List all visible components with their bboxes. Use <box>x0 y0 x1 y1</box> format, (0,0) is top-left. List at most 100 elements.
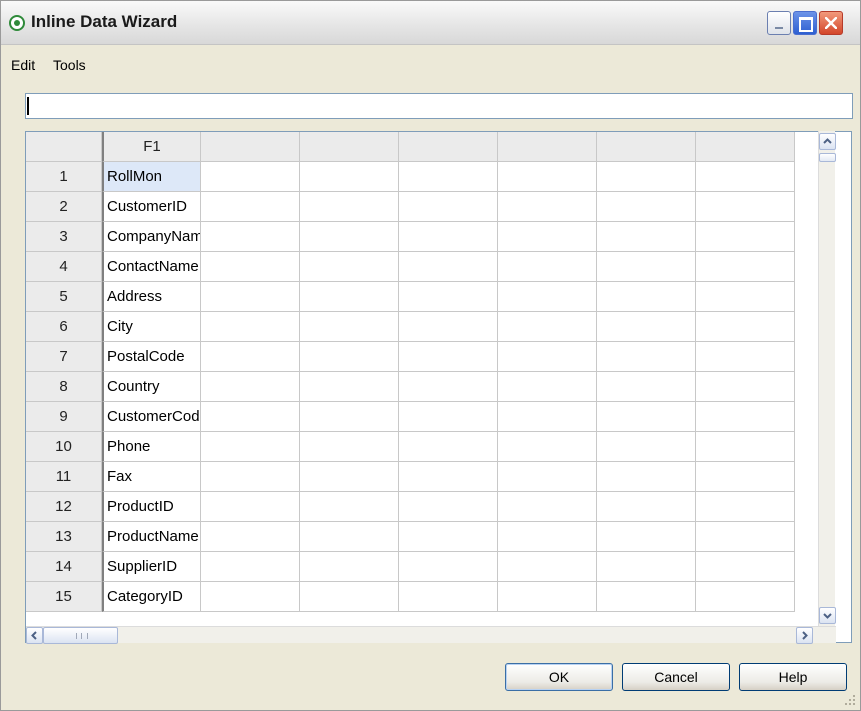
grid-cell[interactable] <box>399 192 498 222</box>
grid-cell[interactable] <box>696 492 795 522</box>
grid-cell[interactable] <box>201 282 300 312</box>
grid-cell[interactable] <box>597 492 696 522</box>
grid-cell[interactable] <box>300 162 399 192</box>
grid-cell[interactable] <box>498 282 597 312</box>
grid-cell[interactable]: ProductID <box>102 492 201 522</box>
grid-cell[interactable] <box>597 552 696 582</box>
grid-cell[interactable] <box>597 582 696 612</box>
scroll-up-button[interactable] <box>819 133 836 150</box>
close-button[interactable] <box>819 11 843 35</box>
row-header[interactable]: 9 <box>26 402 102 432</box>
grid-cell[interactable] <box>498 522 597 552</box>
grid-cell[interactable]: CustomerCode <box>102 402 201 432</box>
grid-cell[interactable] <box>399 492 498 522</box>
grid-cell[interactable] <box>696 222 795 252</box>
grid-cell[interactable] <box>201 402 300 432</box>
grid-cell[interactable] <box>696 282 795 312</box>
grid-cell[interactable] <box>201 162 300 192</box>
row-header[interactable]: 6 <box>26 312 102 342</box>
grid-cell[interactable]: RollMon <box>102 162 201 192</box>
grid-cell[interactable] <box>597 282 696 312</box>
row-header[interactable]: 14 <box>26 552 102 582</box>
grid-cell[interactable]: CustomerID <box>102 192 201 222</box>
grid-cell[interactable] <box>498 402 597 432</box>
grid-cell[interactable] <box>300 402 399 432</box>
grid-cell[interactable] <box>597 372 696 402</box>
grid-cell[interactable] <box>696 252 795 282</box>
column-header[interactable] <box>498 132 597 162</box>
column-header[interactable] <box>399 132 498 162</box>
grid-cell[interactable] <box>399 162 498 192</box>
row-header[interactable]: 3 <box>26 222 102 252</box>
grid-cell[interactable] <box>597 522 696 552</box>
grid-cell[interactable]: SupplierID <box>102 552 201 582</box>
grid-cell[interactable] <box>597 432 696 462</box>
grid-cell[interactable] <box>300 372 399 402</box>
grid-cell[interactable] <box>498 462 597 492</box>
minimize-button[interactable] <box>767 11 791 35</box>
grid-cell[interactable] <box>498 342 597 372</box>
row-header[interactable]: 11 <box>26 462 102 492</box>
cancel-button[interactable]: Cancel <box>622 663 730 691</box>
grid-cell[interactable] <box>201 342 300 372</box>
row-header[interactable]: 2 <box>26 192 102 222</box>
vertical-scroll-thumb[interactable] <box>819 153 836 162</box>
grid-cell[interactable]: ContactName <box>102 252 201 282</box>
scroll-down-button[interactable] <box>819 607 836 624</box>
grid-cell[interactable] <box>597 402 696 432</box>
grid-cell[interactable] <box>201 312 300 342</box>
grid-cell[interactable] <box>399 402 498 432</box>
grid-cell[interactable] <box>498 372 597 402</box>
grid-cell[interactable]: City <box>102 312 201 342</box>
horizontal-scroll-thumb[interactable] <box>43 627 118 644</box>
grid-cell[interactable] <box>696 402 795 432</box>
grid-cell[interactable] <box>300 282 399 312</box>
grid-cell[interactable]: ProductName <box>102 522 201 552</box>
grid-cell[interactable]: Country <box>102 372 201 402</box>
grid-cell[interactable] <box>399 582 498 612</box>
row-header[interactable]: 15 <box>26 582 102 612</box>
grid-cell[interactable] <box>597 342 696 372</box>
grid-cell[interactable] <box>300 342 399 372</box>
column-header[interactable] <box>597 132 696 162</box>
menu-tools[interactable]: Tools <box>53 57 86 73</box>
grid-cell[interactable] <box>300 192 399 222</box>
row-header[interactable]: 1 <box>26 162 102 192</box>
grid-cell[interactable] <box>201 192 300 222</box>
grid-cell[interactable] <box>597 462 696 492</box>
row-header[interactable]: 5 <box>26 282 102 312</box>
grid-cell[interactable] <box>201 552 300 582</box>
grid-cell[interactable] <box>300 222 399 252</box>
grid-cell[interactable] <box>201 222 300 252</box>
row-header[interactable]: 7 <box>26 342 102 372</box>
grid-cell[interactable] <box>597 192 696 222</box>
grid-cell[interactable]: CategoryID <box>102 582 201 612</box>
grid-cell[interactable] <box>399 372 498 402</box>
cell-edit-input[interactable] <box>25 93 853 119</box>
grid-cell[interactable] <box>498 432 597 462</box>
vertical-scrollbar[interactable] <box>818 131 836 626</box>
grid-cell[interactable] <box>498 312 597 342</box>
grid-cell[interactable] <box>300 312 399 342</box>
row-header[interactable]: 10 <box>26 432 102 462</box>
column-header[interactable] <box>696 132 795 162</box>
grid-corner[interactable] <box>26 132 102 162</box>
scroll-left-button[interactable] <box>26 627 43 644</box>
grid-cell[interactable] <box>399 432 498 462</box>
grid-cell[interactable] <box>498 582 597 612</box>
row-header[interactable]: 8 <box>26 372 102 402</box>
grid-cell[interactable]: CompanyName <box>102 222 201 252</box>
grid-cell[interactable] <box>300 252 399 282</box>
grid-cell[interactable]: PostalCode <box>102 342 201 372</box>
grid-cell[interactable] <box>201 582 300 612</box>
grid-cell[interactable] <box>300 582 399 612</box>
grid-cell[interactable]: Fax <box>102 462 201 492</box>
help-button[interactable]: Help <box>739 663 847 691</box>
grid-cell[interactable] <box>300 552 399 582</box>
grid-cell[interactable] <box>300 462 399 492</box>
ok-button[interactable]: OK <box>505 663 613 691</box>
grid-cell[interactable] <box>300 432 399 462</box>
grid-cell[interactable] <box>696 462 795 492</box>
grid-cell[interactable] <box>399 342 498 372</box>
grid-cell[interactable] <box>696 192 795 222</box>
